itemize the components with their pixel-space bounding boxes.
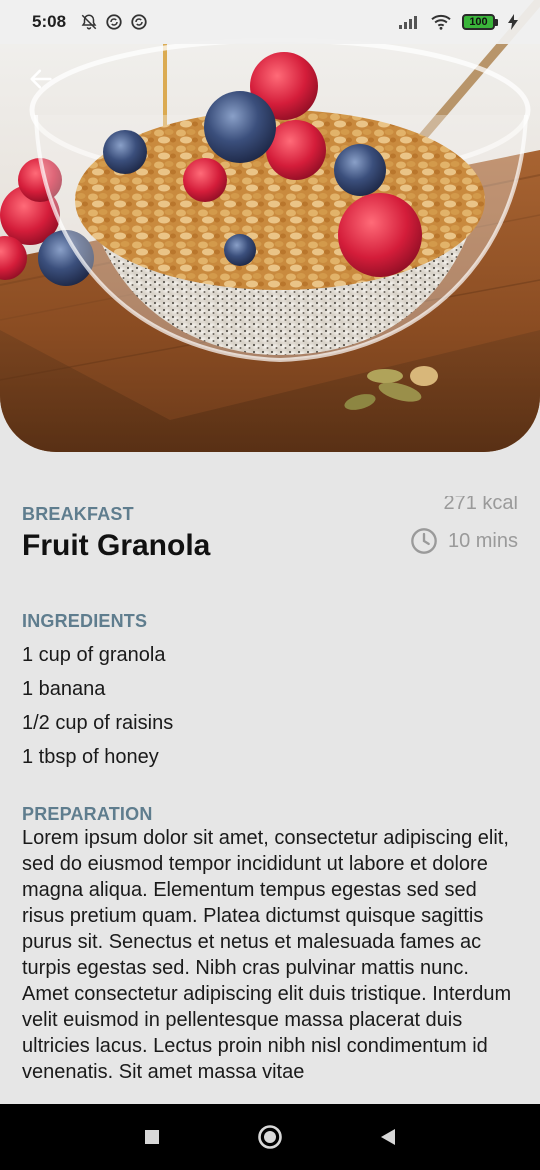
status-system-icons: 100 xyxy=(398,13,518,31)
granola-bowl-photo xyxy=(0,0,540,452)
home-circle-icon xyxy=(258,1125,282,1149)
status-notification-icons xyxy=(80,13,148,31)
ingredient-item: 1/2 cup of raisins xyxy=(22,712,174,734)
status-bar: 5:08 100 xyxy=(0,0,540,44)
nav-back-button[interactable] xyxy=(368,1117,408,1157)
battery-level: 100 xyxy=(462,14,495,30)
home-button[interactable] xyxy=(250,1117,290,1157)
recents-button[interactable] xyxy=(132,1117,172,1157)
recipe-meta: 271 kcal 10 mins xyxy=(410,496,518,555)
recipe-hero-image xyxy=(0,0,540,452)
calories-label: 271 kcal xyxy=(443,496,519,514)
recipe-detail-screen: 5:08 100 271 kcal 10 mins BREAKFAST Frui… xyxy=(0,0,540,1170)
ingredient-item: 1 tbsp of honey xyxy=(22,746,159,768)
ingredient-item: 1 banana xyxy=(22,678,106,700)
preparation-text: Lorem ipsum dolor sit amet, consectetur … xyxy=(22,827,512,1083)
ingredient-item: 1 cup of granola xyxy=(22,644,166,666)
preparation-heading: PREPARATION xyxy=(22,804,153,824)
battery-icon: 100 xyxy=(462,14,498,30)
ingredients-heading: INGREDIENTS xyxy=(22,611,148,631)
cook-time-label: 10 mins xyxy=(447,529,518,552)
sync-icon xyxy=(131,14,147,30)
back-triangle-icon xyxy=(381,1129,395,1145)
system-nav-bar xyxy=(0,1104,540,1170)
sync-icon xyxy=(106,14,122,30)
ingredients-list: 1 cup of granola 1 banana 1/2 cup of rai… xyxy=(22,644,518,768)
recipe-content: 271 kcal 10 mins BREAKFAST Fruit Granola… xyxy=(22,496,518,1104)
signal-icon xyxy=(399,16,417,29)
status-time: 5:08 xyxy=(32,12,67,31)
bell-off-icon xyxy=(81,14,97,30)
recents-square-icon xyxy=(145,1130,159,1144)
cook-time: 10 mins xyxy=(410,527,518,555)
wifi-icon xyxy=(431,14,451,30)
clock-icon xyxy=(411,528,437,554)
charging-icon xyxy=(508,14,518,30)
back-button[interactable] xyxy=(24,62,58,96)
arrow-left-icon xyxy=(30,69,52,89)
